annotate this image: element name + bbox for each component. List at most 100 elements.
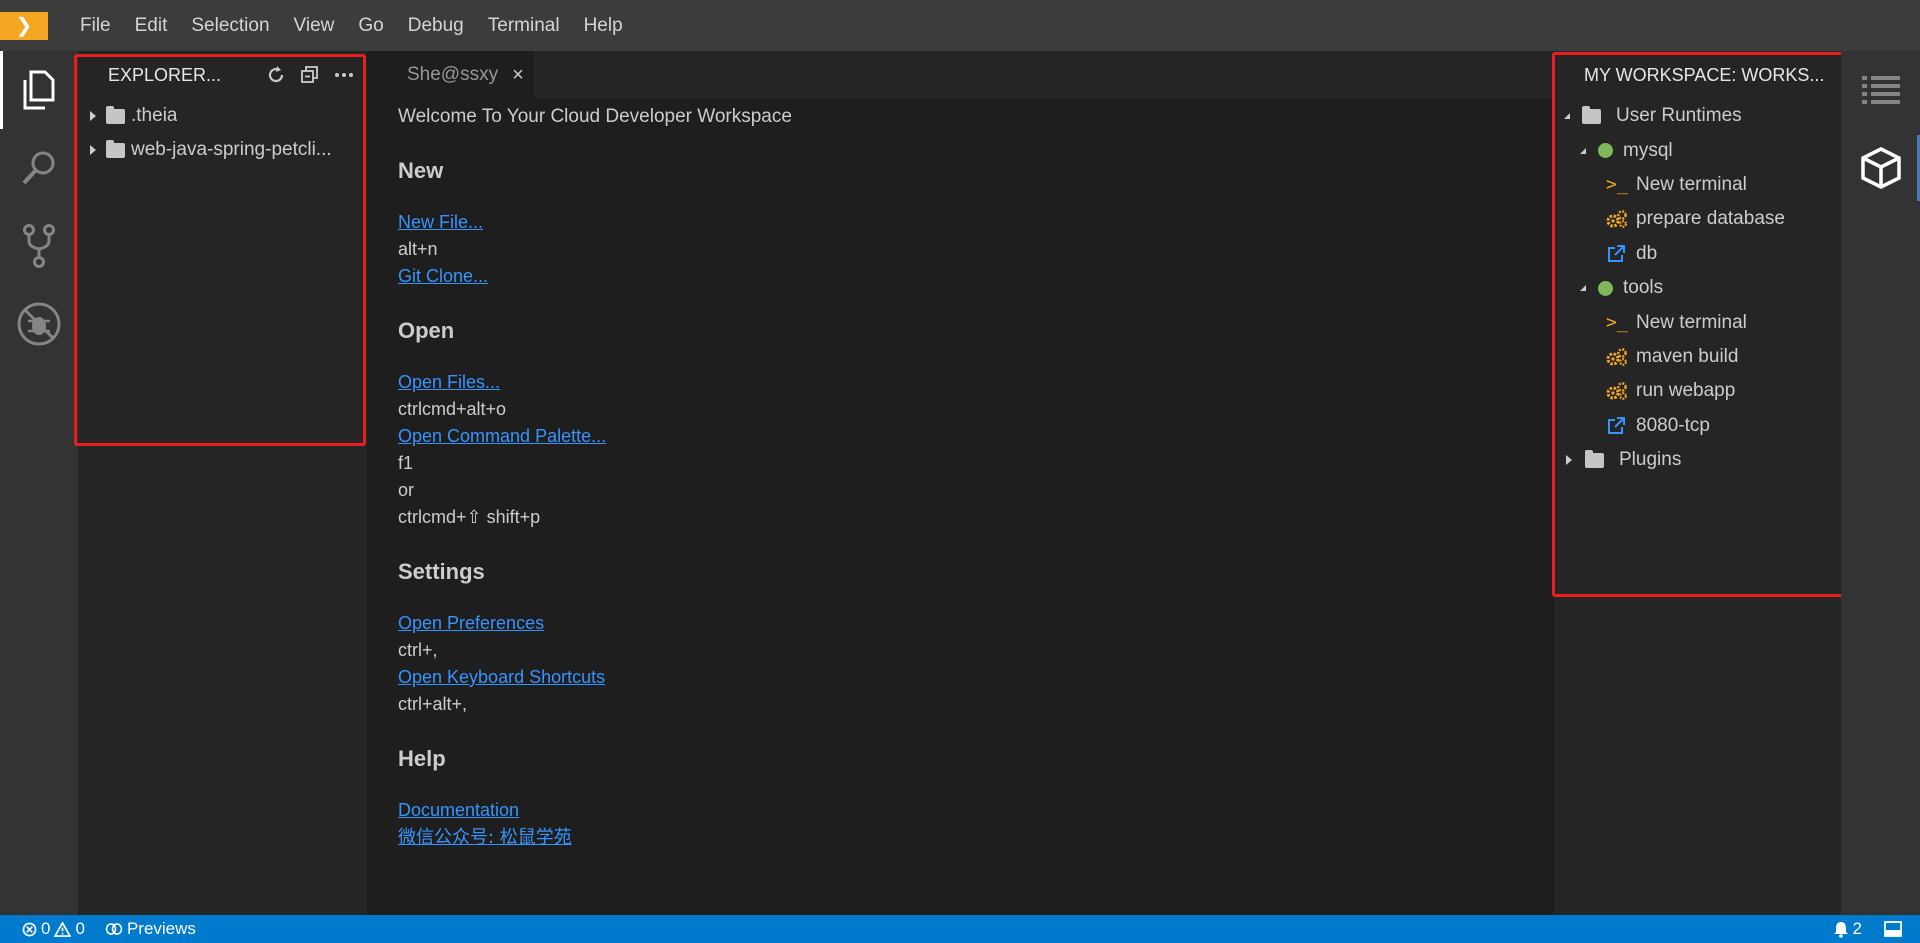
mysql-db-endpoint[interactable]: db: [1554, 237, 1841, 271]
folder-icon: [1585, 449, 1604, 468]
terminal-icon: >_: [1606, 174, 1628, 196]
open-heading: Open: [398, 318, 455, 343]
external-link-icon: [1606, 416, 1630, 436]
collapse-all-icon[interactable]: [293, 58, 327, 92]
status-bar: 0 0 Previews 2: [0, 915, 1920, 943]
new-file-shortcut: alt+n: [398, 239, 438, 259]
theia-logo-icon[interactable]: ❯: [0, 11, 48, 40]
notifications-button[interactable]: 2: [1833, 919, 1862, 939]
endpoint-label: 8080-tcp: [1636, 414, 1710, 436]
settings-heading: Settings: [398, 559, 485, 584]
menu-view[interactable]: View: [282, 0, 347, 51]
explorer-panel: EXPLORER... .theia web-java-spring-petcl…: [78, 51, 367, 915]
wechat-link[interactable]: 微信公众号: 松鼠学苑: [398, 824, 1554, 851]
chevron-right-icon: [90, 145, 96, 155]
endpoint-label: db: [1636, 242, 1658, 264]
gears-icon: [1606, 209, 1630, 229]
menu-go[interactable]: Go: [346, 0, 395, 51]
gears-icon: [1606, 347, 1630, 367]
workspace-cube-icon[interactable]: [1841, 129, 1920, 207]
statusbar-right: 2: [1811, 919, 1902, 939]
open-files-link[interactable]: Open Files...: [398, 369, 1554, 396]
open-files-shortcut: ctrlcmd+alt+o: [398, 399, 507, 419]
previews-button[interactable]: Previews: [105, 919, 196, 939]
notification-count: 2: [1852, 919, 1862, 938]
plugins-node[interactable]: Plugins: [1554, 443, 1841, 477]
new-file-link[interactable]: New File...: [398, 209, 1554, 236]
workspace-header: MY WORKSPACE: WORKS...: [1554, 51, 1841, 99]
menu-selection[interactable]: Selection: [179, 0, 281, 51]
search-icon[interactable]: [0, 129, 78, 207]
tree-item-theia[interactable]: .theia: [78, 99, 367, 133]
status-running-icon: [1598, 143, 1613, 159]
previews-label: Previews: [126, 919, 196, 938]
editor-area: She@ssxy × Welcome To Your Cloud Develop…: [367, 51, 1554, 915]
menu-help[interactable]: Help: [572, 0, 635, 51]
menu-debug[interactable]: Debug: [396, 0, 476, 51]
workspace-panel: MY WORKSPACE: WORKS... User Runtimes mys…: [1554, 51, 1841, 915]
chevron-right-icon: [1566, 455, 1572, 466]
previews-icon: [105, 923, 123, 935]
tools-8080-endpoint[interactable]: 8080-tcp: [1554, 409, 1841, 443]
open-preferences-link[interactable]: Open Preferences: [398, 610, 1554, 637]
folder-icon: [106, 105, 125, 124]
documentation-link[interactable]: Documentation: [398, 797, 1554, 824]
warning-icon: [54, 921, 72, 937]
status-running-icon: [1598, 280, 1613, 296]
tree-item-label: web-java-spring-petcli...: [131, 139, 332, 160]
chevron-right-icon: [90, 111, 96, 121]
chevron-down-icon: [1580, 147, 1586, 154]
keyboard-shortcuts-shortcut: ctrl+alt+,: [398, 694, 468, 714]
debug-icon[interactable]: [0, 285, 78, 363]
open-keyboard-shortcuts-link[interactable]: Open Keyboard Shortcuts: [398, 664, 1554, 691]
gears-icon: [1606, 381, 1630, 401]
git-clone-link[interactable]: Git Clone...: [398, 263, 1554, 290]
command-palette-shortcut-2: ctrlcmd+⇧ shift+p: [398, 507, 541, 527]
runtime-label: mysql: [1623, 139, 1673, 161]
tools-new-terminal[interactable]: >_ New terminal: [1554, 305, 1841, 339]
close-icon[interactable]: ×: [512, 64, 524, 87]
external-link-icon: [1606, 244, 1630, 264]
bell-icon: [1833, 921, 1848, 938]
user-runtimes-node[interactable]: User Runtimes: [1554, 99, 1841, 133]
activity-bar: [0, 51, 78, 915]
mysql-new-terminal[interactable]: >_ New terminal: [1554, 168, 1841, 202]
welcome-page: Welcome To Your Cloud Developer Workspac…: [367, 103, 1554, 851]
plugins-label: Plugins: [1619, 449, 1682, 471]
preferences-shortcut: ctrl+,: [398, 640, 438, 660]
command-label: New terminal: [1636, 173, 1747, 195]
open-command-palette-link[interactable]: Open Command Palette...: [398, 423, 1554, 450]
runtime-label: tools: [1623, 277, 1664, 299]
menu-file[interactable]: File: [68, 0, 123, 51]
menu-edit[interactable]: Edit: [123, 0, 180, 51]
user-runtimes-label: User Runtimes: [1616, 105, 1742, 127]
menu-bar: ❯ File Edit Selection View Go Debug Term…: [0, 0, 1920, 51]
runtime-tools[interactable]: tools: [1554, 271, 1841, 305]
tree-item-petclinic[interactable]: web-java-spring-petcli...: [78, 133, 367, 167]
runtime-mysql[interactable]: mysql: [1554, 133, 1841, 167]
command-label: prepare database: [1636, 208, 1785, 230]
more-icon[interactable]: [327, 58, 361, 92]
tab-welcome[interactable]: She@ssxy ×: [367, 51, 534, 99]
explorer-title: EXPLORER...: [108, 64, 222, 85]
folder-icon: [106, 139, 125, 158]
workspace-title: MY WORKSPACE: WORKS...: [1584, 64, 1825, 85]
toggle-panel-button[interactable]: [1884, 921, 1902, 937]
files-icon[interactable]: [0, 51, 78, 129]
new-heading: New: [398, 158, 444, 183]
mysql-prepare-database[interactable]: prepare database: [1554, 202, 1841, 236]
outline-icon[interactable]: [1841, 51, 1920, 129]
command-label: maven build: [1636, 345, 1739, 367]
tools-run-webapp[interactable]: run webapp: [1554, 374, 1841, 408]
terminal-icon: >_: [1606, 312, 1628, 334]
source-control-icon[interactable]: [0, 207, 78, 285]
menu-terminal[interactable]: Terminal: [476, 0, 572, 51]
refresh-icon[interactable]: [259, 58, 293, 92]
tree-item-label: .theia: [131, 105, 178, 126]
explorer-header: EXPLORER...: [78, 51, 367, 99]
problems-indicator[interactable]: 0 0: [22, 919, 85, 939]
tools-maven-build[interactable]: maven build: [1554, 340, 1841, 374]
folder-icon: [1582, 105, 1601, 124]
chevron-down-icon: [1564, 113, 1570, 120]
tab-label: She@ssxy: [407, 64, 499, 85]
